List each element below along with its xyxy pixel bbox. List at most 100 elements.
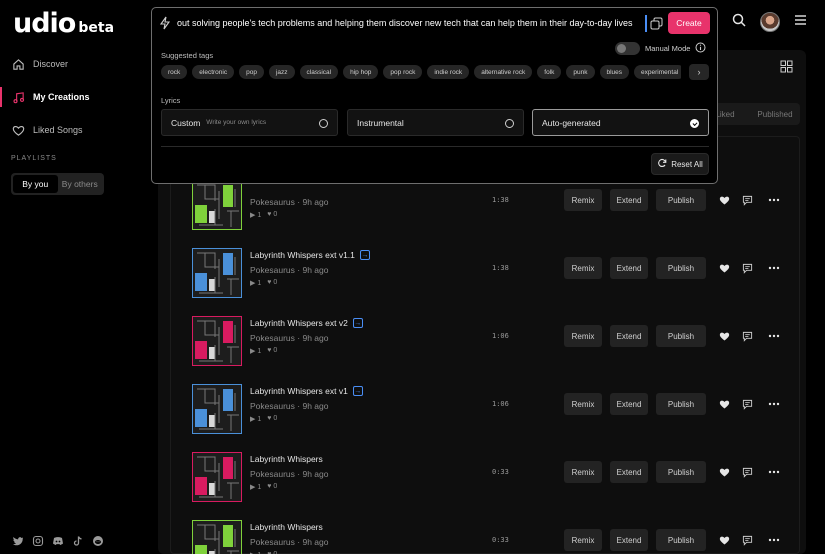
sidebar-item-my-creations[interactable]: My Creations: [0, 83, 150, 111]
lyrics-option-custom[interactable]: Custom Write your own lyrics: [161, 109, 338, 136]
filter-by-others[interactable]: By others: [58, 175, 103, 193]
twitter-icon[interactable]: [12, 535, 24, 547]
more-options-icon[interactable]: [768, 466, 780, 478]
tag-chip[interactable]: electronic: [192, 65, 235, 79]
extend-button[interactable]: Extend: [610, 529, 648, 551]
song-cover[interactable]: [192, 520, 242, 554]
udio-logo[interactable]: udio beta: [13, 8, 114, 39]
tab-published[interactable]: Published: [750, 103, 800, 125]
chevron-right-icon[interactable]: ›: [689, 64, 709, 80]
like-heart-icon[interactable]: [718, 262, 730, 274]
song-author[interactable]: Pokesaurus: [250, 197, 295, 207]
extend-button[interactable]: Extend: [610, 461, 648, 483]
tag-chip[interactable]: blues: [599, 65, 630, 79]
remix-button[interactable]: Remix: [564, 461, 602, 483]
tiktok-icon[interactable]: [72, 535, 84, 547]
comment-icon[interactable]: [741, 534, 753, 546]
remix-button[interactable]: Remix: [564, 189, 602, 211]
reset-all-button[interactable]: Reset All: [651, 153, 709, 175]
instagram-icon[interactable]: [32, 535, 44, 547]
like-heart-icon[interactable]: [718, 466, 730, 478]
publish-button[interactable]: Publish: [656, 189, 706, 211]
comment-icon[interactable]: [741, 466, 753, 478]
prompt-input[interactable]: out solving people's tech problems and h…: [177, 18, 647, 28]
open-song-icon[interactable]: →: [352, 318, 363, 328]
like-heart-icon[interactable]: [718, 194, 730, 206]
publish-button[interactable]: Publish: [656, 257, 706, 279]
publish-button[interactable]: Publish: [656, 325, 706, 347]
more-options-icon[interactable]: [768, 398, 780, 410]
lyrics-option-auto-generated[interactable]: Auto-generated: [532, 109, 709, 136]
create-button[interactable]: Create: [668, 12, 710, 34]
more-options-icon[interactable]: [768, 534, 780, 546]
discord-icon[interactable]: [52, 535, 64, 547]
like-heart-icon[interactable]: [718, 398, 730, 410]
extend-button[interactable]: Extend: [610, 393, 648, 415]
song-cover[interactable]: [192, 384, 242, 434]
song-author[interactable]: Pokesaurus: [250, 469, 295, 479]
hamburger-menu-icon[interactable]: [794, 13, 807, 31]
song-title[interactable]: Labyrinth Whispers ext v1 →: [250, 386, 363, 396]
sidebar-item-discover[interactable]: Discover: [0, 50, 150, 78]
like-heart-icon[interactable]: [718, 330, 730, 342]
tag-chip[interactable]: pop rock: [383, 65, 423, 79]
comment-icon[interactable]: [741, 398, 753, 410]
tag-chip[interactable]: classical: [299, 65, 339, 79]
like-heart-icon[interactable]: [718, 534, 730, 546]
open-song-icon[interactable]: →: [352, 386, 363, 396]
tag-chip[interactable]: jazz: [268, 65, 295, 79]
publish-button[interactable]: Publish: [656, 461, 706, 483]
radio-custom[interactable]: [319, 119, 328, 128]
grid-view-icon[interactable]: [780, 60, 793, 78]
song-row[interactable]: Pokesaurus · 9h ago ▶ 1 ♥ 0 1:38 Remix Extend…: [190, 180, 800, 232]
sidebar-item-liked-songs[interactable]: Liked Songs: [0, 116, 150, 144]
remix-button[interactable]: Remix: [564, 257, 602, 279]
remix-button[interactable]: Remix: [564, 529, 602, 551]
publish-button[interactable]: Publish: [656, 529, 706, 551]
tag-chip[interactable]: rock: [161, 65, 188, 79]
tag-chip[interactable]: alternative rock: [474, 65, 533, 79]
publish-button[interactable]: Publish: [656, 393, 706, 415]
more-options-icon[interactable]: [768, 194, 780, 206]
song-row[interactable]: Labyrinth Whispers ext v2 → Pokesaurus · 9…: [190, 316, 800, 368]
remix-button[interactable]: Remix: [564, 393, 602, 415]
song-cover[interactable]: [192, 452, 242, 502]
song-cover[interactable]: [192, 248, 242, 298]
song-author[interactable]: Pokesaurus: [250, 537, 295, 547]
song-cover[interactable]: [192, 316, 242, 366]
avatar[interactable]: [760, 12, 780, 32]
filter-by-you[interactable]: By you: [13, 175, 58, 193]
song-row[interactable]: Labyrinth WhispersPokesaurus · 9h ago▶ 1…: [190, 452, 800, 504]
song-row[interactable]: Labyrinth Whispers ext v1 → Pokesaurus · 9…: [190, 384, 800, 436]
info-icon[interactable]: [695, 42, 706, 55]
song-author[interactable]: Pokesaurus: [250, 401, 295, 411]
open-song-icon[interactable]: →: [359, 250, 370, 260]
extend-button[interactable]: Extend: [610, 257, 648, 279]
tag-chip[interactable]: indie rock: [427, 65, 470, 79]
song-title[interactable]: Labyrinth Whispers ext v1.1 →: [250, 250, 370, 260]
remix-button[interactable]: Remix: [564, 325, 602, 347]
tag-chip[interactable]: punk: [566, 65, 595, 79]
comment-icon[interactable]: [741, 194, 753, 206]
lyrics-option-instrumental[interactable]: Instrumental: [347, 109, 524, 136]
extend-button[interactable]: Extend: [610, 325, 648, 347]
song-cover[interactable]: [192, 180, 242, 230]
song-row[interactable]: Labyrinth WhispersPokesaurus · 9h ago▶ 1…: [190, 520, 800, 554]
more-options-icon[interactable]: [768, 262, 780, 274]
manual-mode-toggle[interactable]: [615, 42, 640, 55]
tag-chip[interactable]: pop: [239, 65, 264, 79]
song-title[interactable]: Labyrinth Whispers ext v2 →: [250, 318, 363, 328]
song-author[interactable]: Pokesaurus: [250, 265, 295, 275]
comment-icon[interactable]: [741, 262, 753, 274]
reddit-icon[interactable]: [92, 535, 104, 547]
tag-chip[interactable]: experimental: [634, 65, 681, 79]
song-title[interactable]: Labyrinth Whispers: [250, 454, 323, 464]
song-author[interactable]: Pokesaurus: [250, 333, 295, 343]
copy-prompt-icon[interactable]: [650, 17, 663, 35]
song-row[interactable]: Labyrinth Whispers ext v1.1 → Pokesaurus ·…: [190, 248, 800, 300]
search-icon[interactable]: [732, 13, 746, 32]
more-options-icon[interactable]: [768, 330, 780, 342]
radio-auto-generated[interactable]: [690, 119, 699, 128]
tag-chip[interactable]: hip hop: [343, 65, 379, 79]
tag-chip[interactable]: folk: [537, 65, 562, 79]
